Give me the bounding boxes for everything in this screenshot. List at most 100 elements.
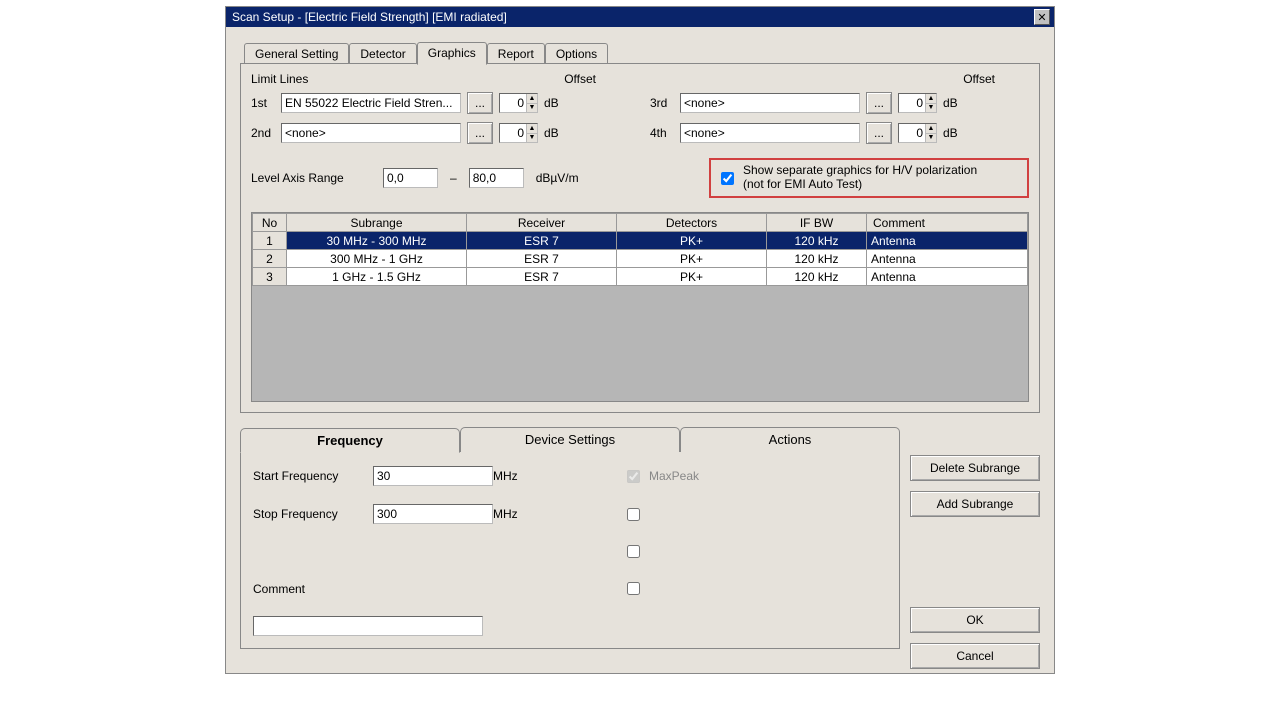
- spin-up-icon[interactable]: ▲: [526, 124, 537, 134]
- limit-3rd-field[interactable]: [680, 93, 860, 113]
- maxpeak-checkbox: [627, 470, 640, 483]
- cell-no: 1: [253, 232, 287, 250]
- limit-lines-label: Limit Lines: [251, 72, 308, 86]
- col-detectors[interactable]: Detectors: [617, 214, 767, 232]
- limit-2nd-label: 2nd: [251, 126, 275, 140]
- window-title: Scan Setup - [Electric Field Strength] […: [232, 10, 507, 24]
- limit-1st-offset-value[interactable]: [500, 94, 526, 112]
- comment-label: Comment: [253, 582, 373, 596]
- limit-4th-browse-button[interactable]: ...: [866, 122, 892, 144]
- col-subrange[interactable]: Subrange: [287, 214, 467, 232]
- title-bar: Scan Setup - [Electric Field Strength] […: [226, 7, 1054, 27]
- detector-check-3[interactable]: [627, 545, 640, 558]
- spin-down-icon[interactable]: ▼: [925, 134, 936, 143]
- limit-1st-browse-button[interactable]: ...: [467, 92, 493, 114]
- col-receiver[interactable]: Receiver: [467, 214, 617, 232]
- cell-ifbw: 120 kHz: [767, 232, 867, 250]
- tab-general-setting[interactable]: General Setting: [244, 43, 349, 65]
- table-row[interactable]: 2300 MHz - 1 GHzESR 7PK+120 kHzAntenna: [253, 250, 1028, 268]
- level-axis-to[interactable]: [469, 168, 524, 188]
- cell-comment: Antenna: [867, 268, 1028, 286]
- cell-detectors: PK+: [617, 268, 767, 286]
- detector-check-4[interactable]: [627, 582, 640, 595]
- tab-options[interactable]: Options: [545, 43, 608, 65]
- cancel-button[interactable]: Cancel: [910, 643, 1040, 669]
- stop-frequency-label: Stop Frequency: [253, 507, 373, 521]
- tab-graphics[interactable]: Graphics: [417, 42, 487, 65]
- freq-unit: MHz: [493, 469, 543, 483]
- hv-line2: (not for EMI Auto Test): [743, 177, 862, 191]
- comment-field[interactable]: [253, 616, 483, 636]
- graphics-panel: Limit Lines Offset 1st ... ▲▼ dB: [240, 63, 1040, 413]
- col-no[interactable]: No: [253, 214, 287, 232]
- detector-check-2[interactable]: [627, 508, 640, 521]
- ok-button[interactable]: OK: [910, 607, 1040, 633]
- start-frequency-label: Start Frequency: [253, 469, 373, 483]
- table-row[interactable]: 31 GHz - 1.5 GHzESR 7PK+120 kHzAntenna: [253, 268, 1028, 286]
- db-unit: dB: [943, 126, 958, 140]
- limit-2nd-field[interactable]: [281, 123, 461, 143]
- limit-1st-offset-spinner[interactable]: ▲▼: [499, 93, 538, 113]
- limit-4th-offset-spinner[interactable]: ▲▼: [898, 123, 937, 143]
- frequency-panel: Start Frequency MHz MaxPeak Stop Frequen…: [240, 451, 900, 649]
- cell-receiver: ESR 7: [467, 268, 617, 286]
- level-axis-unit: dBµV/m: [536, 171, 579, 185]
- start-frequency-field[interactable]: [373, 466, 493, 486]
- hv-highlight-box: Show separate graphics for H/V polarizat…: [709, 158, 1029, 198]
- tab-report[interactable]: Report: [487, 43, 545, 65]
- range-dash: –: [450, 171, 457, 185]
- hv-line1: Show separate graphics for H/V polarizat…: [743, 163, 977, 177]
- maxpeak-label: MaxPeak: [649, 469, 699, 483]
- spin-down-icon[interactable]: ▼: [526, 104, 537, 113]
- tab-device-settings[interactable]: Device Settings: [460, 427, 680, 452]
- cell-ifbw: 120 kHz: [767, 268, 867, 286]
- hv-polarization-checkbox[interactable]: [721, 172, 734, 185]
- cell-no: 2: [253, 250, 287, 268]
- subrange-table-container: No Subrange Receiver Detectors IF BW Com…: [251, 212, 1029, 402]
- spin-down-icon[interactable]: ▼: [925, 104, 936, 113]
- add-subrange-button[interactable]: Add Subrange: [910, 491, 1040, 517]
- limit-3rd-offset-value[interactable]: [899, 94, 925, 112]
- limit-3rd-offset-spinner[interactable]: ▲▼: [898, 93, 937, 113]
- limit-4th-offset-value[interactable]: [899, 124, 925, 142]
- offset-label-right: Offset: [963, 72, 995, 86]
- level-axis-from[interactable]: [383, 168, 438, 188]
- cell-receiver: ESR 7: [467, 232, 617, 250]
- limit-1st-field[interactable]: [281, 93, 461, 113]
- cell-subrange: 300 MHz - 1 GHz: [287, 250, 467, 268]
- limit-3rd-label: 3rd: [650, 96, 674, 110]
- stop-frequency-field[interactable]: [373, 504, 493, 524]
- close-icon[interactable]: ✕: [1034, 9, 1050, 25]
- spin-up-icon[interactable]: ▲: [526, 94, 537, 104]
- db-unit: dB: [544, 96, 559, 110]
- col-ifbw[interactable]: IF BW: [767, 214, 867, 232]
- cell-ifbw: 120 kHz: [767, 250, 867, 268]
- cell-comment: Antenna: [867, 232, 1028, 250]
- table-row[interactable]: 130 MHz - 300 MHzESR 7PK+120 kHzAntenna: [253, 232, 1028, 250]
- spin-up-icon[interactable]: ▲: [925, 94, 936, 104]
- subrange-table[interactable]: No Subrange Receiver Detectors IF BW Com…: [252, 213, 1028, 286]
- limit-2nd-browse-button[interactable]: ...: [467, 122, 493, 144]
- spin-up-icon[interactable]: ▲: [925, 124, 936, 134]
- db-unit: dB: [943, 96, 958, 110]
- limit-3rd-browse-button[interactable]: ...: [866, 92, 892, 114]
- limit-4th-field[interactable]: [680, 123, 860, 143]
- delete-subrange-button[interactable]: Delete Subrange: [910, 455, 1040, 481]
- cell-subrange: 30 MHz - 300 MHz: [287, 232, 467, 250]
- spin-down-icon[interactable]: ▼: [526, 134, 537, 143]
- cell-comment: Antenna: [867, 250, 1028, 268]
- tab-actions[interactable]: Actions: [680, 427, 900, 452]
- lower-tabs: Frequency Device Settings Actions: [240, 427, 900, 452]
- top-tabs: General Setting Detector Graphics Report…: [240, 41, 1040, 64]
- cell-detectors: PK+: [617, 232, 767, 250]
- col-comment[interactable]: Comment: [867, 214, 1028, 232]
- limit-2nd-offset-value[interactable]: [500, 124, 526, 142]
- limit-2nd-offset-spinner[interactable]: ▲▼: [499, 123, 538, 143]
- lower-area: Frequency Device Settings Actions Start …: [240, 413, 1040, 669]
- offset-label-left: Offset: [564, 72, 596, 86]
- tab-frequency[interactable]: Frequency: [240, 428, 460, 453]
- client-area: General Setting Detector Graphics Report…: [226, 27, 1054, 673]
- tab-detector[interactable]: Detector: [349, 43, 416, 65]
- dialog-window: Scan Setup - [Electric Field Strength] […: [225, 6, 1055, 674]
- side-buttons: Delete Subrange Add Subrange OK Cancel: [910, 413, 1040, 669]
